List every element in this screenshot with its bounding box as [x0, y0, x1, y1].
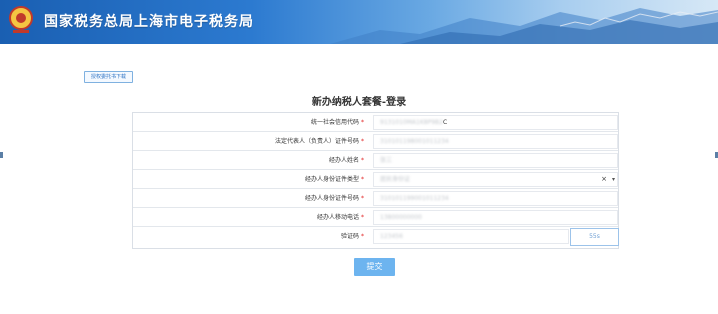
login-form: 统一社会信用代码 * 9131010MA1K8P9B2C 法定代表人（负责人）证件…: [132, 112, 619, 249]
form-row-id-type: 经办人身份证件类型 * 居民身份证 × ▾: [133, 170, 618, 189]
form-row-legal-rep-id: 法定代表人（负责人）证件号码 * 310101198001011234: [133, 132, 618, 151]
field-label: 经办人身份证件号码 *: [304, 195, 364, 202]
form-row-id-number: 经办人身份证件号码 * 310101199001011234: [133, 189, 618, 208]
field-label: 经办人移动电话 *: [316, 214, 364, 221]
form-row-credit-code: 统一社会信用代码 * 9131010MA1K8P9B2C: [133, 113, 618, 132]
submit-button[interactable]: 提交: [354, 258, 395, 276]
header-banner: 国家税务总局上海市电子税务局: [0, 0, 718, 44]
tax-emblem-icon: [9, 6, 33, 33]
clear-icon[interactable]: ×: [601, 173, 607, 186]
site-title: 国家税务总局上海市电子税务局: [44, 14, 254, 30]
legal-rep-id-input[interactable]: 310101198001011234: [373, 134, 618, 149]
form-title: 新办纳税人套餐-登录: [311, 97, 407, 108]
mobile-input[interactable]: 13800000000: [373, 210, 618, 225]
field-label: 经办人身份证件类型 *: [304, 176, 364, 183]
form-row-operator-name: 经办人姓名 * 张三: [133, 151, 618, 170]
operator-name-input[interactable]: 张三: [373, 153, 618, 168]
form-row-mobile: 经办人移动电话 * 13800000000: [133, 208, 618, 227]
field-label: 验证码 *: [340, 233, 364, 240]
page: 国家税务总局上海市电子税务局 授权委托书下载 新办纳税人套餐-登录 统一社会信用…: [0, 0, 718, 314]
chevron-down-icon[interactable]: ▾: [612, 173, 615, 186]
id-number-input[interactable]: 310101199001011234: [373, 191, 618, 206]
credit-code-input[interactable]: 9131010MA1K8P9B2C: [373, 115, 618, 130]
field-label: 统一社会信用代码 *: [310, 119, 364, 126]
captcha-input[interactable]: 123456: [373, 229, 569, 244]
field-label: 法定代表人（负责人）证件号码 *: [274, 138, 364, 145]
left-edge-marker: [0, 152, 3, 158]
form-row-captcha: 验证码 * 123456 55s: [133, 227, 619, 246]
field-label: 经办人姓名 *: [328, 157, 364, 164]
id-type-select[interactable]: 居民身份证 × ▾: [373, 172, 618, 187]
authorization-download-button[interactable]: 授权委托书下载: [84, 71, 133, 83]
captcha-countdown-button[interactable]: 55s: [570, 228, 619, 246]
